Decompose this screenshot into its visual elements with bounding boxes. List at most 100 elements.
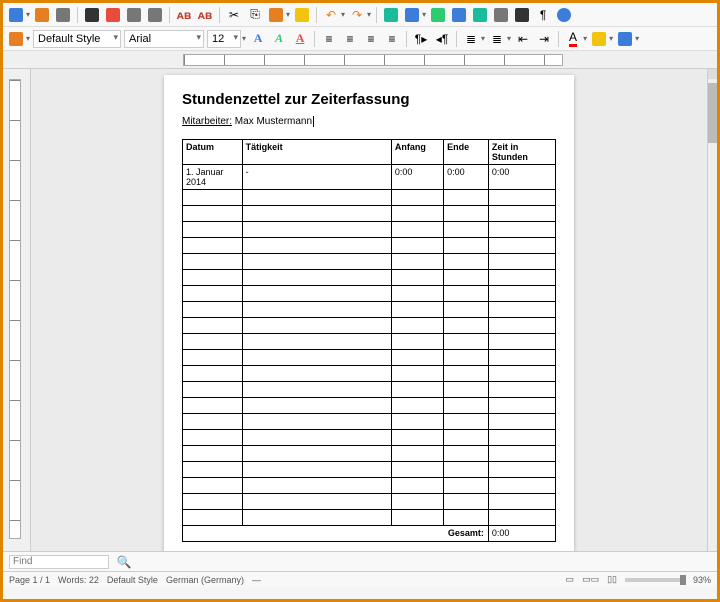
cell-anfang[interactable] [391,510,443,526]
cell-taetigkeit[interactable] [242,350,391,366]
datasource-icon[interactable] [513,6,531,24]
font-size-dropdown[interactable]: ▾ [242,34,246,43]
table-row[interactable] [183,478,556,494]
cell-taetigkeit[interactable] [242,494,391,510]
table-row[interactable] [183,398,556,414]
table-row[interactable] [183,350,556,366]
table-row[interactable] [183,238,556,254]
view-multi-icon[interactable]: ▭▭ [582,574,599,585]
gallery-icon[interactable] [492,6,510,24]
cell-taetigkeit[interactable] [242,238,391,254]
cell-zeit[interactable] [488,510,555,526]
cell-ende[interactable] [444,414,489,430]
cell-anfang[interactable] [391,414,443,430]
cut-icon[interactable]: ✂ [225,6,243,24]
horizontal-ruler[interactable] [183,54,563,66]
styles-dropdown[interactable]: ▾ [26,34,30,43]
bullet-list-icon[interactable]: ≣ [488,30,506,48]
find-input[interactable] [9,555,109,569]
cell-taetigkeit[interactable] [242,414,391,430]
cell-zeit[interactable] [488,206,555,222]
cell-datum[interactable] [183,366,243,382]
cell-ende[interactable] [444,430,489,446]
page[interactable]: Stundenzettel zur Zeiterfassung Mitarbei… [164,75,574,551]
cell-datum[interactable] [183,462,243,478]
cell-anfang[interactable] [391,190,443,206]
th-anfang[interactable]: Anfang [391,140,443,165]
hyperlink-icon[interactable] [382,6,400,24]
paragraph-style-select[interactable]: Default Style [33,30,121,48]
cell-zeit[interactable] [488,446,555,462]
cell-datum[interactable] [183,510,243,526]
cell-ende[interactable] [444,254,489,270]
paste-icon[interactable] [267,6,285,24]
table-row[interactable] [183,254,556,270]
italic-icon[interactable]: A [270,30,288,48]
navigator-icon[interactable] [471,6,489,24]
bg-color-dropdown[interactable]: ▾ [635,34,639,43]
table-row[interactable] [183,286,556,302]
font-color-dropdown[interactable]: ▾ [583,34,587,43]
undo-icon[interactable]: ↶ [322,6,340,24]
cell-anfang[interactable] [391,222,443,238]
rtl-icon[interactable]: ◂¶ [433,30,451,48]
cell-ende[interactable] [444,366,489,382]
cell-anfang[interactable] [391,334,443,350]
cell-zeit[interactable] [488,382,555,398]
align-left-icon[interactable]: ≡ [320,30,338,48]
scroll-up-icon[interactable] [708,69,717,79]
cell-ende[interactable] [444,318,489,334]
format-paint-icon[interactable] [293,6,311,24]
table-row[interactable] [183,222,556,238]
cell-ende[interactable] [444,238,489,254]
cell-taetigkeit[interactable] [242,302,391,318]
cell-anfang[interactable] [391,350,443,366]
cell-anfang[interactable] [391,462,443,478]
scroll-thumb[interactable] [708,83,717,143]
cell-zeit[interactable] [488,478,555,494]
help-icon[interactable] [555,6,573,24]
cell-zeit[interactable] [488,334,555,350]
th-taetigkeit[interactable]: Tätigkeit [242,140,391,165]
font-size-select[interactable]: 12 [207,30,241,48]
cell-taetigkeit[interactable] [242,446,391,462]
cell-anfang[interactable] [391,430,443,446]
cell-anfang[interactable] [391,238,443,254]
cell-anfang[interactable]: 0:00 [391,165,443,190]
cell-taetigkeit[interactable]: - [242,165,391,190]
cell-anfang[interactable] [391,302,443,318]
cell-ende[interactable] [444,510,489,526]
status-words[interactable]: Words: 22 [58,575,99,585]
cell-taetigkeit[interactable] [242,430,391,446]
cell-taetigkeit[interactable] [242,206,391,222]
cell-taetigkeit[interactable] [242,478,391,494]
cell-ende[interactable] [444,478,489,494]
cell-datum[interactable] [183,446,243,462]
underline-icon[interactable]: A [291,30,309,48]
cell-anfang[interactable] [391,366,443,382]
total-label[interactable]: Gesamt: [183,526,489,542]
cell-ende[interactable] [444,206,489,222]
employee-line[interactable]: Mitarbeiter: Max Mustermann [182,116,556,127]
zoom-handle[interactable] [680,575,686,585]
cell-datum[interactable]: 1. Januar 2014 [183,165,243,190]
table-row[interactable]: 1. Januar 2014-0:000:000:00 [183,165,556,190]
cell-datum[interactable] [183,478,243,494]
bold-icon[interactable]: A [249,30,267,48]
cell-zeit[interactable] [488,238,555,254]
cell-ende[interactable] [444,446,489,462]
cell-taetigkeit[interactable] [242,222,391,238]
table-row[interactable] [183,206,556,222]
chart-icon[interactable] [450,6,468,24]
zoom-slider[interactable] [625,578,685,582]
ltr-icon[interactable]: ¶▸ [412,30,430,48]
document-title[interactable]: Stundenzettel zur Zeiterfassung [182,91,556,108]
cell-ende[interactable]: 0:00 [444,165,489,190]
cell-datum[interactable] [183,286,243,302]
save-icon[interactable] [54,6,72,24]
cell-zeit[interactable] [488,190,555,206]
cell-taetigkeit[interactable] [242,286,391,302]
table-row[interactable] [183,430,556,446]
cell-zeit[interactable] [488,318,555,334]
cell-ende[interactable] [444,494,489,510]
